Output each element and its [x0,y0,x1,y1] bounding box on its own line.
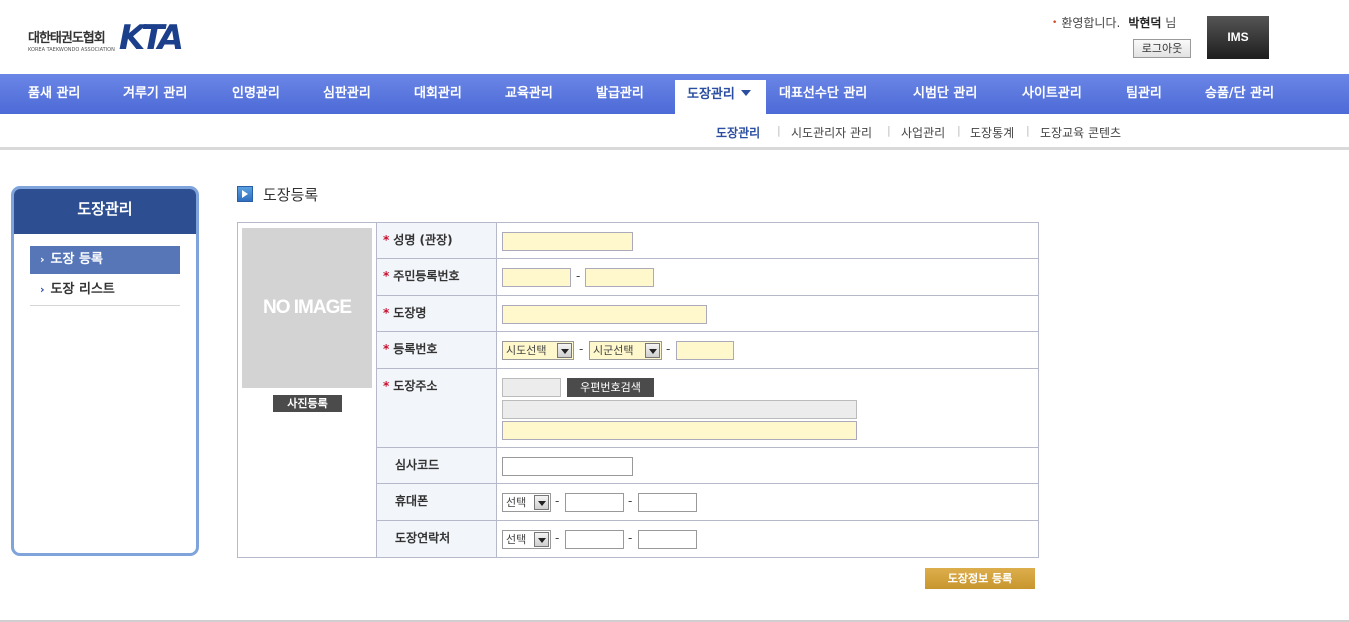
nav-competition[interactable]: 대회관리 [414,74,462,114]
chevron-right-icon: › [40,253,45,266]
required-mark: * [383,379,390,393]
chevron-right-icon: › [40,283,45,296]
label-exam-code: 심사코드 [377,448,497,483]
nav-site[interactable]: 사이트관리 [1022,74,1082,114]
exam-code-input[interactable] [502,457,633,476]
contact-middle-input[interactable] [565,530,624,549]
nav-dojang[interactable]: 도장관리 [675,80,766,114]
mobile-last-input[interactable] [638,493,697,512]
mobile-middle-input[interactable] [565,493,624,512]
subnav-sido-admin[interactable]: 시도관리자 관리 [791,124,872,141]
subnav-contents[interactable]: 도장교육 콘텐츠 [1040,124,1121,141]
required-mark: * [383,233,390,247]
mobile-prefix-select[interactable]: 선택 [502,493,551,512]
dropdown-arrow-icon [645,343,660,358]
label-name: * 성명 (관장) [377,223,497,258]
rrn-front-input[interactable] [502,268,571,287]
user-name: 박현덕 [1128,16,1162,30]
row-rrn: * 주민등록번호 - [377,259,1039,296]
dojang-registration-form: NO IMAGE 사진등록 * 성명 (관장) * 주민등록번호 - * 도장명 * 등… [237,222,1039,558]
row-dojang-name: * 도장명 [377,296,1039,332]
row-mobile: 휴대폰 선택 - - [377,484,1039,521]
label-contact: 도장연락처 [377,521,497,557]
zipcode-search-button[interactable]: 우편번호검색 [567,378,654,397]
nav-issuance[interactable]: 발급관리 [596,74,644,114]
label-dojang-name: * 도장명 [377,296,497,331]
sub-nav: 도장관리 | 시도관리자 관리 | 사업관리 | 도장통계 | 도장교육 콘텐츠 [0,114,1349,150]
kta-logo[interactable]: 대한태권도협회 KOREA TAEKWONDO ASSOCIATION KTA [28,18,184,58]
rrn-back-input[interactable] [585,268,654,287]
nav-demo-team[interactable]: 시범단 관리 [913,74,977,114]
zipcode-input[interactable] [502,378,561,397]
logo-mark: KTA [118,18,184,58]
nav-promotion[interactable]: 승품/단 관리 [1205,74,1274,114]
contact-prefix-select[interactable]: 선택 [502,530,551,549]
dropdown-arrow-icon [557,343,572,358]
side-panel: 도장관리 › 도장 등록 › 도장 리스트 [11,186,199,556]
separator: | [1026,124,1030,137]
nav-education[interactable]: 교육관리 [505,74,553,114]
required-mark: * [383,269,390,283]
submit-dojang-info-button[interactable]: 도장정보 등록 [925,568,1035,589]
side-item-register[interactable]: › 도장 등록 [30,246,180,274]
main-nav: 품새 관리 겨루기 관리 인명관리 심판관리 대회관리 교육관리 발급관리 도장… [0,74,1349,114]
row-name: * 성명 (관장) [377,223,1039,259]
dropdown-arrow-icon [534,495,549,510]
label-reg-no: * 등록번호 [377,332,497,368]
label-address: * 도장주소 [377,369,497,447]
label-rrn: * 주민등록번호 [377,259,497,295]
section-title: 도장등록 [237,184,318,204]
row-contact: 도장연락처 선택 - - [377,521,1039,557]
nav-referee[interactable]: 심판관리 [323,74,371,114]
row-reg-no: * 등록번호 시도선택 - 시군선택 - [377,332,1039,369]
required-mark: * [383,306,390,320]
photo-placeholder: NO IMAGE [242,228,372,388]
logout-button[interactable]: 로그아웃 [1133,39,1191,58]
caret-down-icon [740,90,751,96]
contact-last-input[interactable] [638,530,697,549]
separator: | [887,124,891,137]
nav-poomsae[interactable]: 품새 관리 [28,74,80,114]
reg-no-input[interactable] [676,341,734,360]
welcome-message: • 환영합니다. 박현덕 님 [1052,16,1177,30]
dojang-name-input[interactable] [502,305,707,324]
separator: | [957,124,961,137]
nav-personnel[interactable]: 인명관리 [232,74,280,114]
row-address: * 도장주소 우편번호검색 [377,369,1039,448]
address-detail-input[interactable] [502,421,857,440]
required-mark: * [383,342,390,356]
name-input[interactable] [502,232,633,251]
label-mobile: 휴대폰 [377,484,497,520]
logo-korean-text: 대한태권도협회 [28,31,106,46]
bullet-icon: • [1052,18,1058,28]
dropdown-arrow-icon [534,532,549,547]
side-panel-title: 도장관리 [14,189,196,234]
subnav-business[interactable]: 사업관리 [901,124,945,141]
nav-national-team[interactable]: 대표선수단 관리 [779,74,867,114]
address-input[interactable] [502,400,857,419]
photo-area: NO IMAGE 사진등록 [238,223,377,557]
photo-register-button[interactable]: 사진등록 [273,395,342,412]
ims-button[interactable]: IMS [1207,16,1269,59]
subnav-statistics[interactable]: 도장통계 [970,124,1014,141]
arrow-right-icon [237,186,253,202]
divider [30,305,180,306]
sigun-select[interactable]: 시군선택 [589,341,662,360]
side-item-list[interactable]: › 도장 리스트 [30,276,180,304]
logo-english-text: KOREA TAEKWONDO ASSOCIATION [28,47,115,53]
row-exam-code: 심사코드 [377,448,1039,484]
header: 대한태권도협회 KOREA TAEKWONDO ASSOCIATION KTA … [0,0,1349,74]
sido-select[interactable]: 시도선택 [502,341,574,360]
nav-kyorugi[interactable]: 겨루기 관리 [123,74,187,114]
nav-team[interactable]: 팀관리 [1126,74,1162,114]
separator: | [777,124,781,137]
subnav-dojang[interactable]: 도장관리 [716,124,760,141]
